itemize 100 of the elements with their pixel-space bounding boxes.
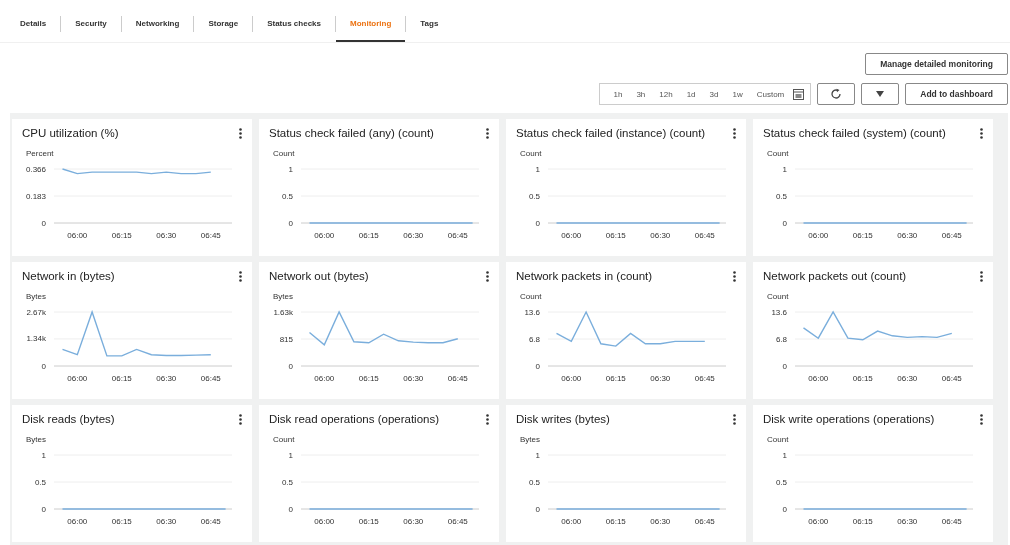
dropdown-button[interactable] [861,83,900,105]
time-range-option[interactable]: 12h [652,85,680,103]
time-range-option[interactable]: Custom [749,85,792,103]
tab[interactable]: Tags [406,6,453,42]
x-tick-label: 06:30 [156,517,177,526]
x-tick-label: 06:45 [941,231,962,240]
x-tick-label: 06:30 [403,517,424,526]
x-tick-label: 06:15 [852,231,873,240]
add-to-dashboard-button[interactable]: Add to dashboard [905,83,1008,105]
x-tick-label: 06:15 [605,231,626,240]
tab[interactable]: Storage [194,6,253,42]
time-range-option[interactable]: 1h [606,85,630,103]
y-axis-label: Count [273,435,295,444]
x-tick-label: 06:15 [111,517,132,526]
x-tick-label: 06:45 [447,374,468,383]
more-options-icon[interactable] [980,414,983,425]
x-tick-label: 06:45 [694,517,715,526]
x-tick-label: 06:45 [200,374,221,383]
more-options-icon[interactable] [980,128,983,139]
x-tick-label: 06:30 [897,517,918,526]
refresh-icon [830,88,843,100]
widget-title: Disk reads (bytes) [22,413,115,425]
y-tick-label: 0.5 [528,191,540,201]
y-tick-label: 1 [535,450,540,460]
more-options-icon[interactable] [239,414,242,425]
x-tick-label: 06:30 [156,374,177,383]
x-tick-label: 06:45 [447,231,468,240]
x-tick-label: 06:00 [808,374,829,383]
y-axis-label: Bytes [26,435,46,444]
x-tick-label: 06:15 [852,374,873,383]
widget-title: Disk read operations (operations) [269,413,440,425]
more-options-icon[interactable] [486,128,489,139]
y-tick-label: 1.63k [273,307,293,317]
y-axis-label: Count [767,149,789,158]
more-options-icon[interactable] [239,271,242,282]
y-axis-label: Count [767,292,789,301]
x-tick-label: 06:00 [561,517,582,526]
y-axis-label: Count [520,149,542,158]
more-options-icon[interactable] [733,414,736,425]
y-axis-label: Percent [26,149,54,158]
x-tick-label: 06:00 [67,231,88,240]
x-tick-label: 06:45 [941,517,962,526]
y-tick-label: 0 [41,361,46,371]
y-tick-label: 0.5 [281,191,293,201]
y-tick-label: 0 [41,218,46,228]
y-tick-label: 0.366 [25,164,46,174]
x-tick-label: 06:30 [650,374,671,383]
widget-title: Network out (bytes) [269,270,369,282]
y-axis-label: Count [273,149,295,158]
tab[interactable]: Security [61,6,121,42]
y-tick-label: 0 [288,361,293,371]
x-tick-label: 06:15 [358,374,379,383]
y-axis-label: Bytes [273,292,293,301]
x-tick-label: 06:30 [156,231,177,240]
widget-title: Network packets in (count) [516,270,653,282]
x-tick-label: 06:00 [314,374,335,383]
y-tick-label: 0 [288,504,293,514]
x-tick-label: 06:00 [561,374,582,383]
widget-title: Disk writes (bytes) [516,413,610,425]
y-tick-label: 815 [279,334,293,344]
x-tick-label: 06:45 [694,231,715,240]
x-tick-label: 06:45 [200,231,221,240]
y-axis-label: Bytes [520,435,540,444]
calendar-icon[interactable] [793,88,805,100]
y-tick-label: 0 [782,218,787,228]
x-tick-label: 06:15 [852,517,873,526]
manage-monitoring-button[interactable]: Manage detailed monitoring [865,53,1008,75]
y-tick-label: 0 [535,361,540,371]
x-tick-label: 06:45 [200,517,221,526]
more-options-icon[interactable] [239,128,242,139]
y-tick-label: 0 [535,504,540,514]
y-tick-label: 1 [288,164,293,174]
widget-title: Status check failed (instance) (count) [516,127,706,139]
x-tick-label: 06:30 [403,231,424,240]
y-tick-label: 2.67k [26,307,46,317]
y-tick-label: 0.5 [528,477,540,487]
x-tick-label: 06:15 [605,517,626,526]
y-tick-label: 6.8 [528,334,540,344]
tab[interactable]: Networking [121,6,194,42]
widget-title: Status check failed (any) (count) [269,127,434,139]
more-options-icon[interactable] [486,414,489,425]
refresh-button[interactable] [817,83,856,105]
y-axis-label: Count [520,292,542,301]
tab[interactable]: Status checks [253,6,335,42]
tab[interactable]: Details [6,6,61,42]
y-tick-label: 6.8 [775,334,787,344]
x-tick-label: 06:45 [447,517,468,526]
x-tick-label: 06:00 [561,231,582,240]
more-options-icon[interactable] [486,271,489,282]
x-tick-label: 06:15 [111,374,132,383]
time-range-option[interactable]: 1w [725,85,750,103]
more-options-icon[interactable] [733,128,736,139]
more-options-icon[interactable] [733,271,736,282]
more-options-icon[interactable] [980,271,983,282]
caret-icon [876,91,885,97]
x-tick-label: 06:45 [694,374,715,383]
widget-title: Network packets out (count) [763,270,907,282]
time-range-option[interactable]: 1d [679,85,703,103]
time-range-option[interactable]: 3d [702,85,726,103]
time-range-option[interactable]: 3h [629,85,653,103]
